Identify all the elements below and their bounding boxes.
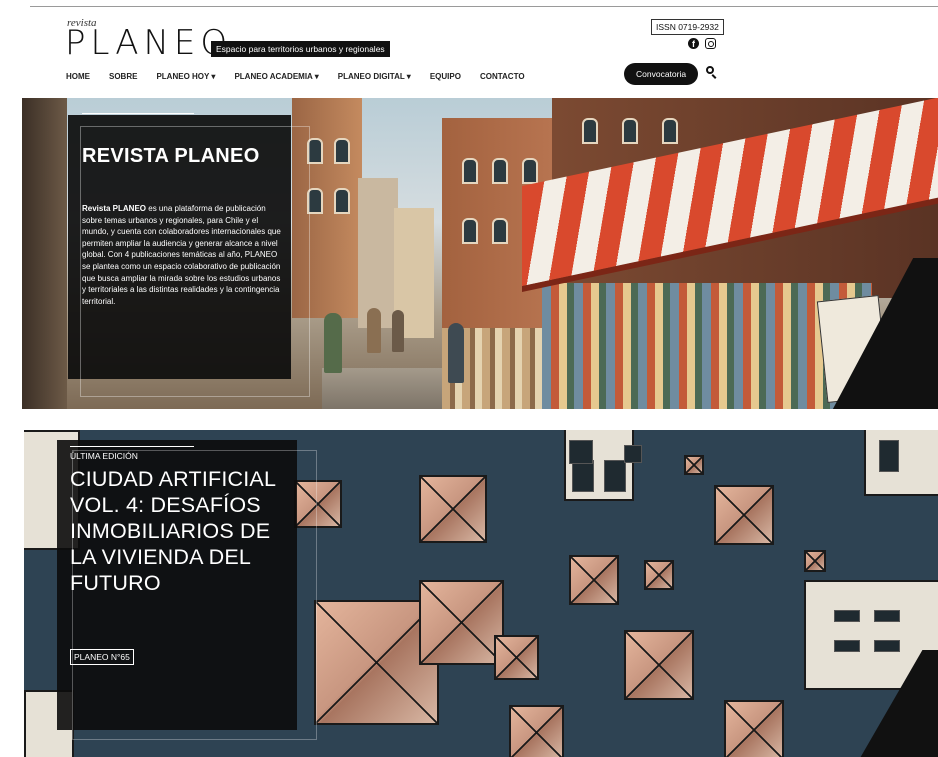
edition-rule bbox=[70, 446, 194, 447]
nav-item-home[interactable]: HOME bbox=[66, 72, 90, 81]
facebook-icon[interactable]: f bbox=[688, 38, 699, 49]
header-divider bbox=[30, 6, 938, 7]
edition-number-badge[interactable]: PLANEO N°65 bbox=[70, 649, 134, 665]
latest-edition-banner[interactable]: ÚLTIMA EDICIÓN CIUDAD ARTIFICIAL VOL. 4:… bbox=[24, 430, 938, 757]
search-icon[interactable] bbox=[706, 66, 714, 74]
nav-item-planeo-hoy[interactable]: PLANEO HOY ▾ bbox=[156, 72, 215, 81]
logo[interactable]: PLANEO bbox=[65, 26, 232, 60]
hero-description: Revista PLANEO es una plataforma de publ… bbox=[82, 204, 281, 306]
edition-title[interactable]: CIUDAD ARTIFICIAL VOL. 4: DESAFÍOS INMOB… bbox=[70, 466, 300, 596]
hero-title: REVISTA PLANEO bbox=[82, 145, 260, 167]
hero-rule bbox=[82, 113, 194, 114]
nav-item-contacto[interactable]: CONTACTO bbox=[480, 72, 525, 81]
main-nav: HOME SOBRE PLANEO HOY ▾ PLANEO ACADEMIA … bbox=[66, 72, 544, 81]
tagline: Espacio para territorios urbanos y regio… bbox=[211, 41, 390, 57]
edition-label: ÚLTIMA EDICIÓN bbox=[70, 451, 138, 461]
nav-item-equipo[interactable]: EQUIPO bbox=[430, 72, 461, 81]
instagram-icon[interactable] bbox=[705, 38, 716, 49]
nav-item-planeo-digital[interactable]: PLANEO DIGITAL ▾ bbox=[338, 72, 411, 81]
nav-item-sobre[interactable]: SOBRE bbox=[109, 72, 137, 81]
nav-item-planeo-academia[interactable]: PLANEO ACADEMIA ▾ bbox=[234, 72, 318, 81]
convocatoria-button[interactable]: Convocatoria bbox=[624, 63, 699, 85]
issn-badge: ISSN 0719-2932 bbox=[651, 19, 724, 35]
social-links: f bbox=[688, 38, 716, 49]
